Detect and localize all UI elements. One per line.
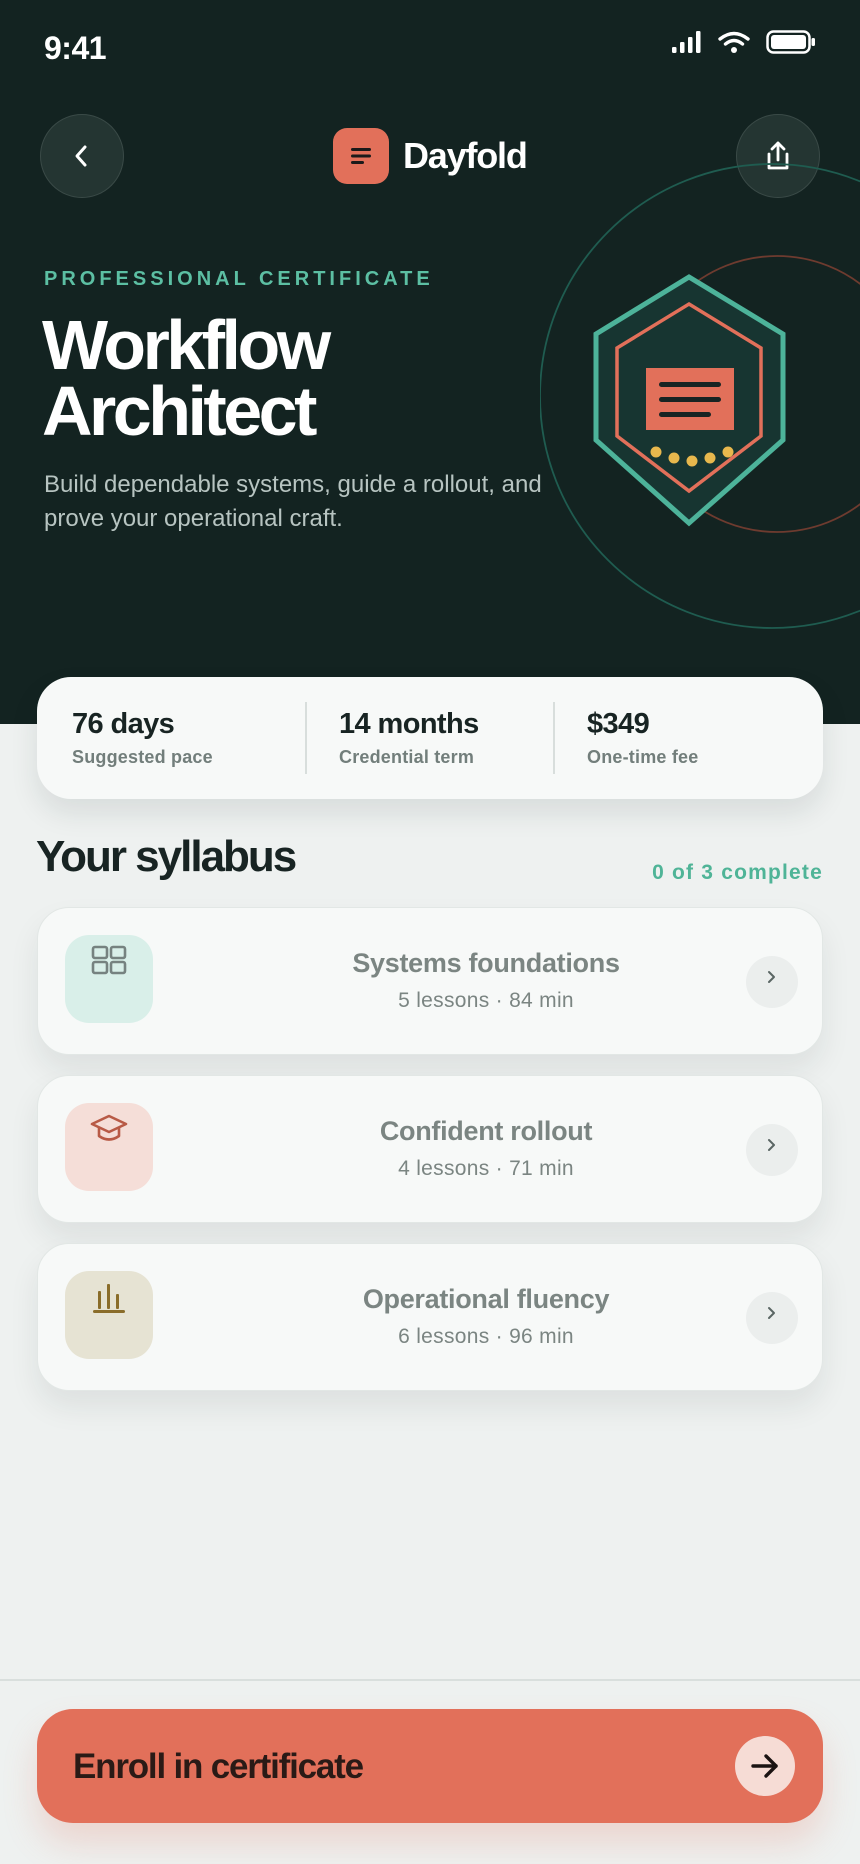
battery-icon (766, 30, 815, 54)
module-meta: 4 lessons · 71 min (398, 1157, 574, 1180)
status-time: 9:41 (44, 30, 107, 66)
module-icon-tile (65, 1103, 153, 1191)
chevron-left-icon (75, 145, 87, 167)
menu-lines-icon (351, 148, 371, 164)
signal-icon (672, 31, 701, 53)
module-title: Operational fluency (362, 1284, 610, 1314)
bar-chart-icon (93, 1284, 125, 1313)
stat-value: 14 months (339, 708, 479, 740)
page-title: Workflow Architect (42, 306, 331, 450)
module-icon-tile (65, 1271, 153, 1359)
module-card-operational-fluency[interactable]: Operational fluency 6 lessons · 96 min (37, 1243, 823, 1391)
stat-label: One-time fee (587, 747, 699, 767)
stat-term: 14 months Credential term (305, 702, 553, 774)
page-subtitle: Build dependable systems, guide a rollou… (44, 471, 542, 532)
stat-fee: $349 One-time fee (553, 702, 823, 774)
stat-value: 76 days (72, 708, 175, 740)
module-icon-tile (65, 935, 153, 1023)
brand: Dayfold (333, 128, 528, 184)
module-open-button[interactable] (746, 956, 798, 1008)
chevron-right-icon (768, 971, 775, 983)
back-button[interactable] (40, 114, 124, 198)
arrow-right-icon (751, 1754, 778, 1778)
syllabus-title: Your syllabus (36, 832, 297, 881)
module-title: Systems foundations (352, 948, 620, 978)
enroll-arrow (735, 1736, 795, 1796)
module-card-systems-foundations[interactable]: Systems foundations 5 lessons · 84 min (37, 907, 823, 1055)
stats-card: 76 days Suggested pace 14 months Credent… (37, 677, 823, 799)
certificate-kicker: PROFESSIONAL CERTIFICATE (44, 268, 434, 290)
brand-name: Dayfold (403, 135, 528, 176)
syllabus-progress: 0 of 3 complete (652, 861, 823, 884)
enroll-label: Enroll in certificate (73, 1747, 364, 1786)
module-text: Systems foundations 5 lessons · 84 min (188, 948, 784, 1013)
chevron-right-icon (768, 1139, 775, 1151)
module-text: Operational fluency 6 lessons · 96 min (188, 1284, 784, 1349)
module-title: Confident rollout (379, 1116, 593, 1146)
certificate-badge-icon (540, 163, 860, 629)
grid-icon (91, 945, 127, 975)
stat-value: $349 (587, 708, 650, 740)
bottom-divider (0, 1679, 860, 1681)
hero-section: 9:41 Dayfold PROFESSIONAL CERTIFICATE Wo… (0, 0, 860, 724)
enroll-button[interactable]: Enroll in certificate (37, 1709, 823, 1823)
status-icons (672, 30, 816, 54)
stat-pace: 76 days Suggested pace (37, 702, 305, 774)
stat-label: Suggested pace (72, 747, 213, 767)
stat-label: Credential term (339, 747, 475, 767)
module-open-button[interactable] (746, 1292, 798, 1344)
module-meta: 6 lessons · 96 min (398, 1325, 574, 1348)
module-card-confident-rollout[interactable]: Confident rollout 4 lessons · 71 min (37, 1075, 823, 1223)
brand-logo (333, 128, 389, 184)
chevron-right-icon (768, 1307, 775, 1319)
module-meta: 5 lessons · 84 min (398, 989, 574, 1012)
graduation-cap-icon (90, 1114, 128, 1141)
wifi-icon (718, 31, 750, 53)
module-open-button[interactable] (746, 1124, 798, 1176)
module-text: Confident rollout 4 lessons · 71 min (188, 1116, 784, 1181)
